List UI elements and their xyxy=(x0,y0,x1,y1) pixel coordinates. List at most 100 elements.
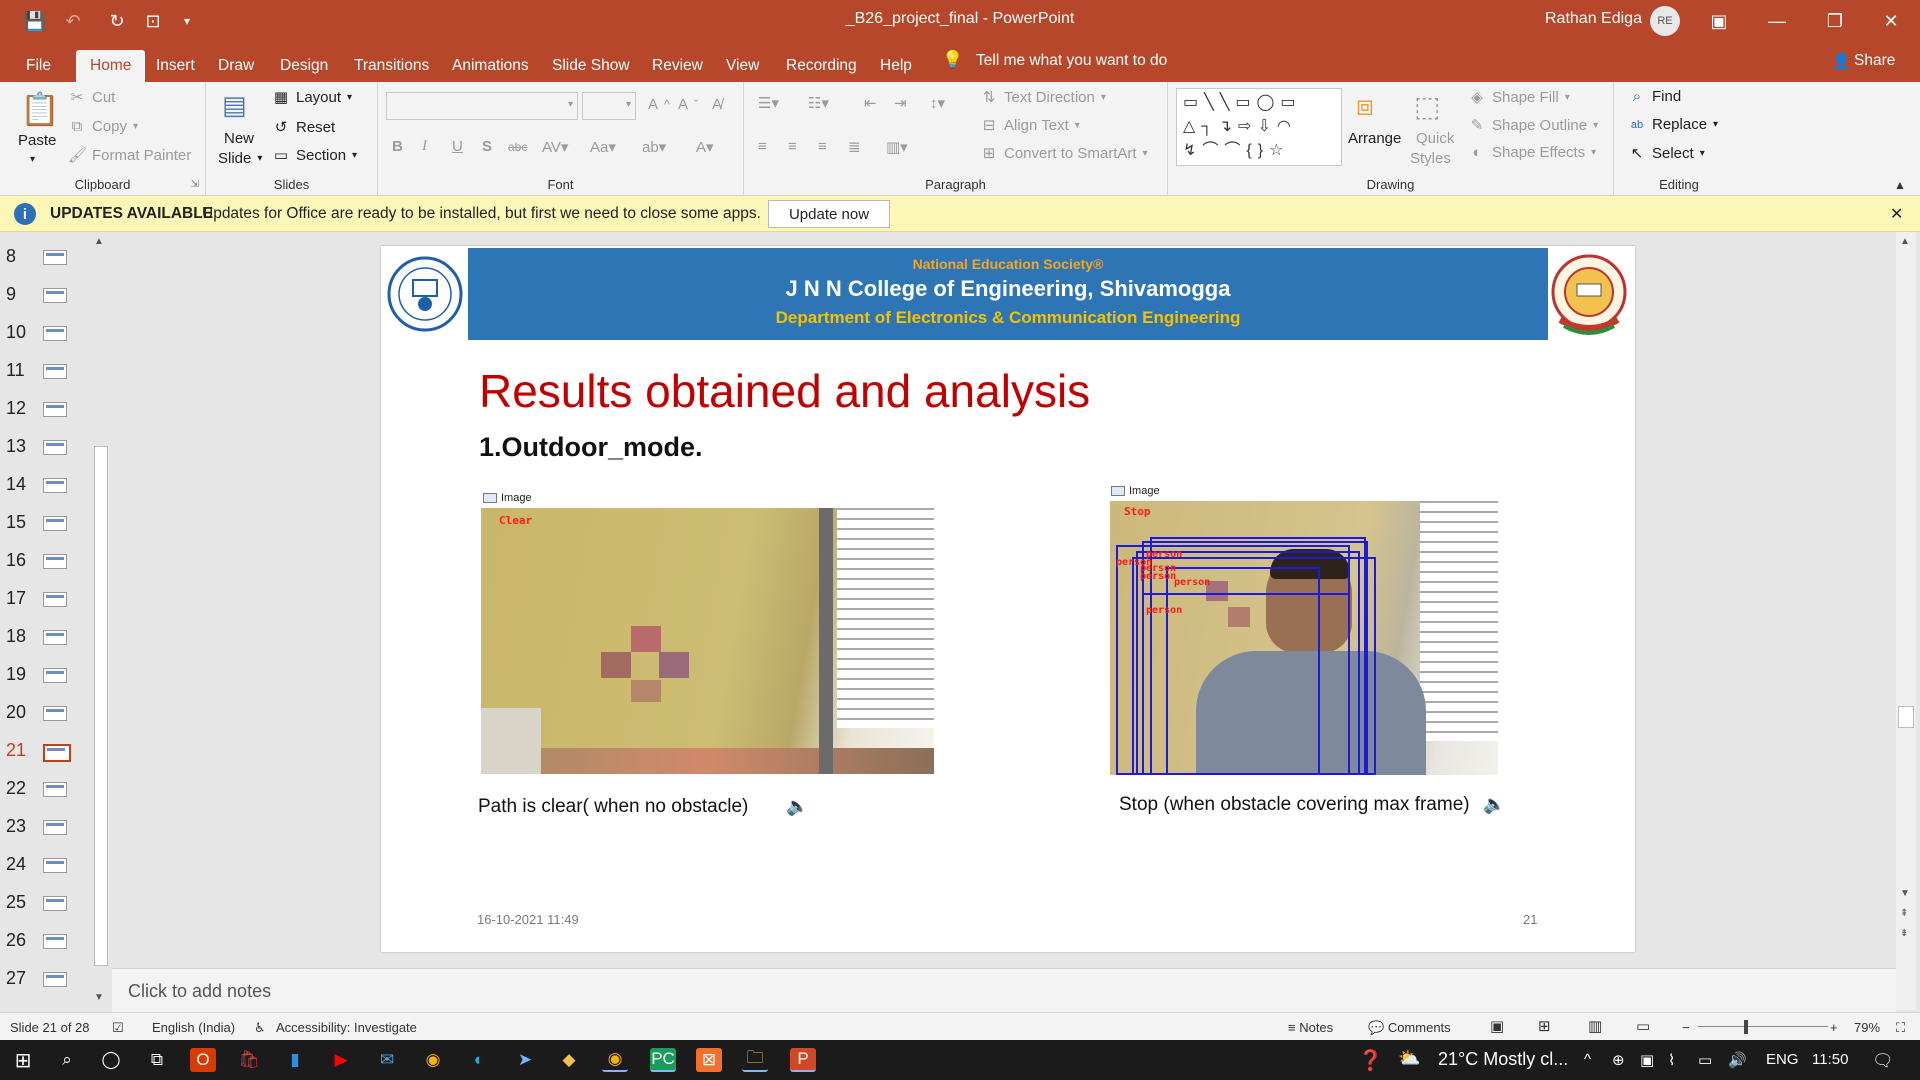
slide-thumbnail-preview[interactable] xyxy=(43,896,67,911)
slide-thumbnail-preview[interactable] xyxy=(43,516,67,531)
language-status[interactable]: English (India) xyxy=(152,1020,235,1035)
fit-slide-icon[interactable]: ⛶ xyxy=(1896,1020,1905,1036)
line-spacing-icon[interactable]: ↕▾ xyxy=(930,94,945,112)
tab-design[interactable]: Design xyxy=(266,50,342,82)
xampp-icon[interactable]: ⊠ xyxy=(696,1048,722,1072)
slide-thumbnail-preview[interactable] xyxy=(43,440,67,455)
clear-format-icon[interactable]: A̸ xyxy=(712,96,722,113)
slide-thumbnail-preview[interactable] xyxy=(43,782,67,797)
network-icon[interactable]: ⌇ xyxy=(1668,1051,1675,1069)
shadow-icon[interactable]: S xyxy=(482,138,492,155)
clock[interactable]: 11:50 xyxy=(1812,1051,1848,1068)
notes-placeholder[interactable]: Click to add notes xyxy=(128,981,271,1002)
pycharm-icon[interactable]: PC xyxy=(650,1048,676,1072)
weather-status[interactable]: 21°C Mostly cl... xyxy=(1438,1049,1568,1070)
slide-thumbnail[interactable]: 17 xyxy=(0,584,78,616)
new-slide-icon[interactable]: ▤ xyxy=(222,90,247,121)
slide-thumbnail[interactable]: 24 xyxy=(0,850,78,882)
tab-transitions[interactable]: Transitions xyxy=(340,50,443,82)
left-caption[interactable]: Path is clear( when no obstacle) xyxy=(478,796,748,818)
accessibility-status[interactable]: Accessibility: Investigate xyxy=(276,1020,417,1035)
slide-thumbnail[interactable]: 8 xyxy=(0,242,78,274)
shapes-gallery[interactable]: ▭╲╲▭◯▭ △┐↴⇨⇩◠ ↯⌒⌒{}☆ xyxy=(1176,88,1342,166)
new-slide-label-1[interactable]: New xyxy=(224,130,254,147)
decrease-font-icon[interactable]: Aˇ xyxy=(678,96,698,113)
find-button[interactable]: ⌕ Find xyxy=(1628,88,1681,105)
scroll-down-icon[interactable]: ▼ xyxy=(1900,888,1910,899)
comments-toggle[interactable]: 💬 Comments xyxy=(1368,1020,1451,1036)
align-left-icon[interactable]: ≡ xyxy=(758,138,767,155)
slide-subtitle[interactable]: 1.Outdoor_mode. xyxy=(479,432,703,463)
reading-view-icon[interactable]: ▥ xyxy=(1588,1017,1602,1035)
edge-icon[interactable]: ◐ xyxy=(466,1048,492,1072)
right-caption[interactable]: Stop (when obstacle covering max frame) xyxy=(1119,794,1470,816)
scroll-up-icon[interactable]: ▲ xyxy=(94,236,104,247)
user-name[interactable]: Rathan Ediga xyxy=(1545,10,1642,28)
youtube-icon[interactable]: ▶ xyxy=(328,1048,354,1072)
next-slide-icon[interactable]: ⇟ xyxy=(1900,928,1908,939)
paste-icon[interactable]: 📋 xyxy=(20,90,60,128)
character-spacing-icon[interactable]: AV▾ xyxy=(542,138,568,156)
spell-check-icon[interactable]: ☑ xyxy=(112,1020,124,1036)
tab-home[interactable]: Home xyxy=(76,50,146,82)
slide-thumbnail[interactable]: 22 xyxy=(0,774,78,806)
slide-canvas[interactable]: National Education Society® J N N Colleg… xyxy=(381,246,1635,952)
slide-thumbnail-preview[interactable] xyxy=(43,668,67,683)
ribbon-display-icon[interactable]: ▣ xyxy=(1690,0,1748,42)
scroll-up-icon[interactable]: ▲ xyxy=(1900,236,1910,247)
justify-icon[interactable]: ≣ xyxy=(848,138,861,156)
zoom-slider-thumb[interactable] xyxy=(1744,1020,1748,1034)
notes-toggle[interactable]: ≡ Notes xyxy=(1288,1020,1333,1035)
collapse-ribbon-icon[interactable]: ▲ xyxy=(1894,178,1906,192)
shape-fill-button[interactable]: ◈ Shape Fill ▾ xyxy=(1468,88,1570,107)
format-painter-button[interactable]: 🖌 Format Painter xyxy=(68,146,191,165)
slide-thumbnail[interactable]: 12 xyxy=(0,394,78,426)
select-button[interactable]: ↖ Select ▾ xyxy=(1628,144,1705,163)
tab-draw[interactable]: Draw xyxy=(204,50,268,82)
normal-view-icon[interactable]: ▣ xyxy=(1490,1017,1504,1035)
shape-outline-button[interactable]: ✎ Shape Outline ▾ xyxy=(1468,116,1598,135)
bold-icon[interactable]: B xyxy=(392,138,403,155)
font-name-input[interactable]: ▾ xyxy=(386,92,578,120)
cortana-icon[interactable]: ◯ xyxy=(98,1048,124,1072)
paste-button[interactable]: Paste xyxy=(18,132,56,149)
font-size-input[interactable]: ▾ xyxy=(582,92,636,120)
font-color-icon[interactable]: A▾ xyxy=(696,138,714,156)
paste-dropdown-icon[interactable]: ▾ xyxy=(30,154,35,165)
search-icon[interactable]: ⌕ xyxy=(54,1048,80,1072)
speaker-icon[interactable]: 🔈 xyxy=(786,796,808,817)
tab-insert[interactable]: Insert xyxy=(142,50,209,82)
slide-title[interactable]: Results obtained and analysis xyxy=(479,364,1090,418)
previous-slide-icon[interactable]: ⇞ xyxy=(1900,908,1908,919)
replace-button[interactable]: ab Replace ▾ xyxy=(1628,116,1718,133)
slide-thumbnail[interactable]: 18 xyxy=(0,622,78,654)
input-language[interactable]: ENG xyxy=(1766,1051,1799,1068)
battery-icon[interactable]: ▭ xyxy=(1698,1051,1712,1069)
thumbnail-scrollbar[interactable] xyxy=(94,446,108,966)
slide-thumbnail[interactable]: 27 xyxy=(0,964,78,996)
scroll-thumb[interactable] xyxy=(1898,706,1914,728)
slide-thumbnail-preview[interactable] xyxy=(43,402,67,417)
slide-thumbnail[interactable]: 15 xyxy=(0,508,78,540)
slide-thumbnail[interactable]: 14 xyxy=(0,470,78,502)
zoom-out-icon[interactable]: − xyxy=(1682,1020,1690,1035)
right-camera-image[interactable]: Stop person person person person person … xyxy=(1110,501,1498,775)
decrease-indent-icon[interactable]: ⇤ xyxy=(864,94,877,112)
update-now-button[interactable]: Update now xyxy=(768,200,890,228)
align-text-button[interactable]: ⊟ Align Text ▾ xyxy=(980,116,1080,135)
tab-recording[interactable]: Recording xyxy=(772,50,871,82)
slide-thumbnail[interactable]: 20 xyxy=(0,698,78,730)
text-direction-button[interactable]: ⇅ Text Direction ▾ xyxy=(980,88,1106,107)
meet-icon[interactable]: ▣ xyxy=(1640,1051,1654,1069)
new-slide-label-2[interactable]: Slide ▾ xyxy=(218,150,262,167)
close-icon[interactable]: ✕ xyxy=(1890,204,1903,224)
avatar[interactable]: RE xyxy=(1650,6,1680,36)
slide-thumbnail-preview[interactable] xyxy=(43,250,67,265)
tab-view[interactable]: View xyxy=(712,50,773,82)
tab-animations[interactable]: Animations xyxy=(438,50,543,82)
cut-button[interactable]: ✂ Cut xyxy=(68,88,116,107)
tab-file[interactable]: File xyxy=(12,50,65,82)
slide-thumbnail[interactable]: 11 xyxy=(0,356,78,388)
slide-sorter-icon[interactable]: ⊞ xyxy=(1538,1017,1551,1035)
slide-thumbnail-preview[interactable] xyxy=(43,326,67,341)
